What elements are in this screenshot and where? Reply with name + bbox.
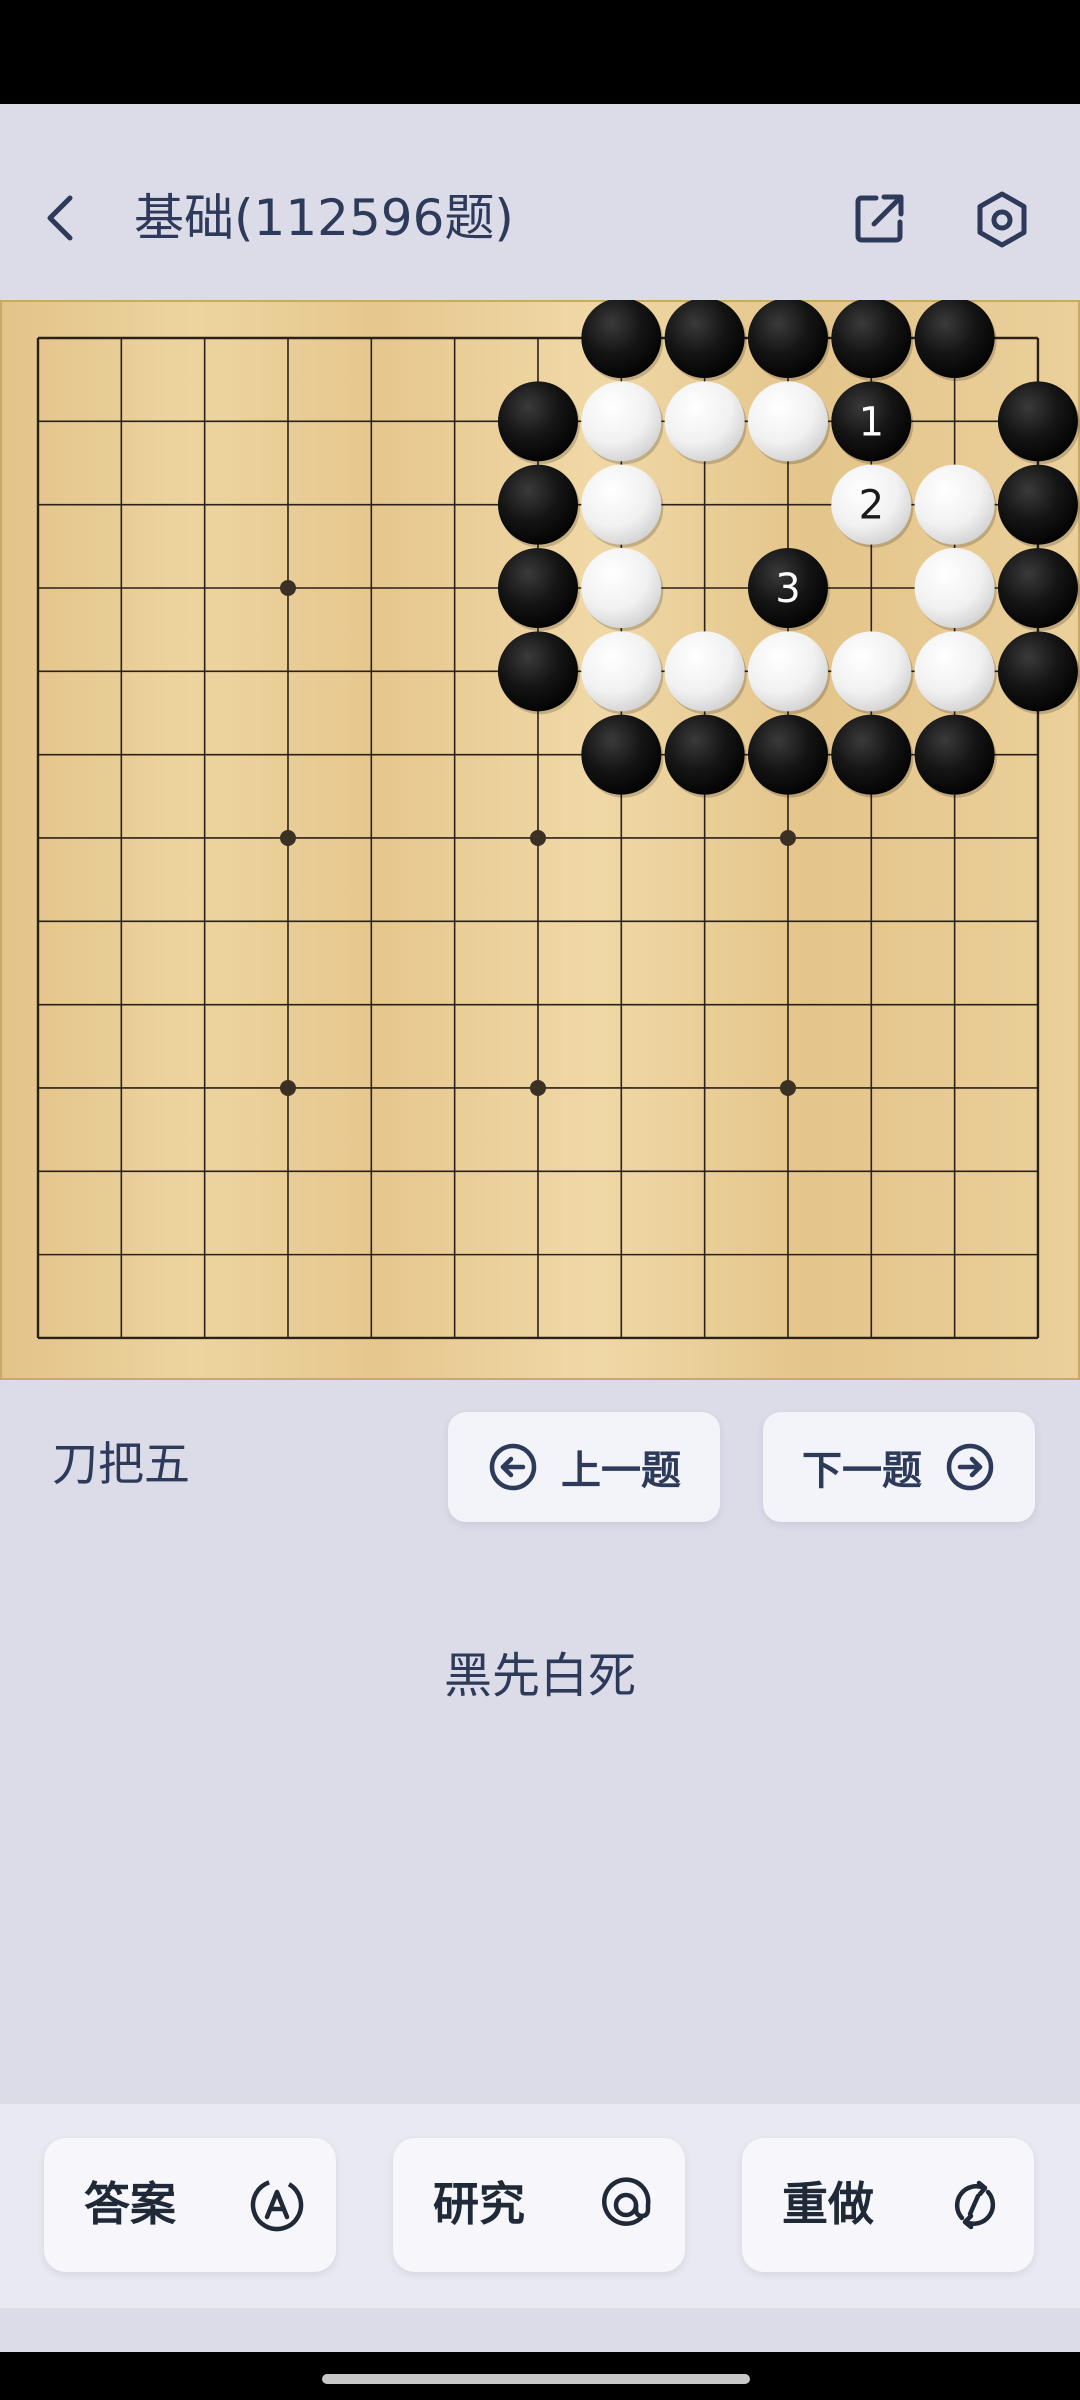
redo-button[interactable]: 重做 bbox=[742, 2138, 1034, 2272]
bottom-action-bar: 答案 研究 重做 bbox=[0, 2104, 1080, 2308]
stone-body bbox=[664, 300, 745, 378]
stone-body bbox=[914, 714, 995, 795]
back-button[interactable] bbox=[28, 186, 92, 250]
stone-body bbox=[581, 381, 662, 462]
board-svg[interactable]: 1 2 3 bbox=[0, 300, 1080, 1380]
stone-move-label: 2 bbox=[859, 483, 884, 529]
stone-body bbox=[664, 714, 745, 795]
stone-body bbox=[831, 714, 912, 795]
stone-body bbox=[747, 300, 828, 378]
stone-body bbox=[497, 631, 578, 712]
star-point bbox=[779, 1079, 796, 1096]
stone-body bbox=[914, 631, 995, 712]
stone-body bbox=[997, 547, 1078, 628]
stone-body bbox=[581, 464, 662, 545]
star-point bbox=[529, 1079, 546, 1096]
arrow-left-circle-icon bbox=[489, 1443, 537, 1491]
redo-label: 重做 bbox=[782, 2177, 874, 2231]
star-point bbox=[279, 829, 296, 846]
letter-a-circle-icon bbox=[250, 2178, 304, 2232]
status-bar bbox=[0, 0, 1080, 104]
stone-body bbox=[914, 547, 995, 628]
stone-move-label: 3 bbox=[775, 566, 800, 612]
hexagon-settings-icon bbox=[977, 191, 1027, 248]
at-sign-icon bbox=[602, 2177, 651, 2226]
prev-problem-label: 上一题 bbox=[561, 1448, 681, 1494]
chevron-left-icon bbox=[47, 195, 73, 241]
stone-body bbox=[497, 464, 578, 545]
answer-button[interactable]: 答案 bbox=[44, 2138, 336, 2272]
stone-body bbox=[831, 631, 912, 712]
stone-body bbox=[997, 631, 1078, 712]
stone-body bbox=[997, 464, 1078, 545]
next-problem-label: 下一题 bbox=[802, 1448, 922, 1494]
stone-body bbox=[581, 547, 662, 628]
stone-body bbox=[747, 381, 828, 462]
stone-move-label: 1 bbox=[859, 399, 884, 445]
stone-body bbox=[747, 714, 828, 795]
stone-body bbox=[581, 300, 662, 378]
page-title: 基础(112596题) bbox=[134, 189, 514, 247]
go-board[interactable]: 1 2 3 bbox=[0, 300, 1080, 1380]
home-indicator[interactable] bbox=[322, 2374, 750, 2384]
stone-body bbox=[664, 381, 745, 462]
answer-label: 答案 bbox=[84, 2177, 176, 2231]
share-button[interactable] bbox=[848, 186, 912, 250]
stone-body bbox=[664, 631, 745, 712]
stone-body bbox=[997, 381, 1078, 462]
problem-hint: 黑先白死 bbox=[443, 1648, 636, 1704]
star-point bbox=[529, 829, 546, 846]
stone-body bbox=[831, 300, 912, 378]
arrow-right-circle-icon bbox=[946, 1443, 994, 1491]
prev-problem-button[interactable]: 上一题 bbox=[448, 1412, 720, 1522]
header: 基础(112596题) bbox=[0, 104, 1080, 300]
stone-body bbox=[581, 631, 662, 712]
home-indicator-bar bbox=[0, 2352, 1080, 2400]
star-point bbox=[779, 829, 796, 846]
stone-body bbox=[914, 464, 995, 545]
star-point bbox=[279, 1079, 296, 1096]
study-label: 研究 bbox=[433, 2177, 525, 2231]
star-point bbox=[279, 579, 296, 596]
study-button[interactable]: 研究 bbox=[393, 2138, 685, 2272]
next-problem-button[interactable]: 下一题 bbox=[763, 1412, 1035, 1522]
stone-body bbox=[747, 631, 828, 712]
share-external-icon bbox=[855, 194, 904, 243]
stone-body bbox=[581, 714, 662, 795]
stone-body bbox=[914, 300, 995, 378]
settings-button[interactable] bbox=[968, 186, 1036, 254]
refresh-circle-icon bbox=[954, 2180, 996, 2230]
stone-body bbox=[497, 547, 578, 628]
problem-name: 刀把五 bbox=[52, 1437, 190, 1491]
stone-body bbox=[497, 381, 578, 462]
